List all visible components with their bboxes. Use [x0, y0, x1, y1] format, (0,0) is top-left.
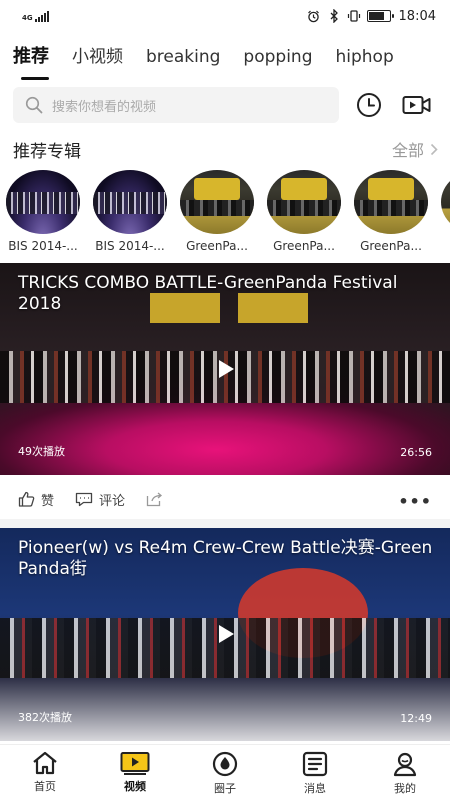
- album-list: BIS 2014-... BIS 2014-... GreenPa... Gre…: [0, 170, 450, 260]
- bluetooth-icon: [327, 9, 341, 23]
- thumbs-up-icon: [18, 491, 35, 507]
- tab-hiphop[interactable]: hiphop: [335, 40, 393, 80]
- tab-short-video[interactable]: 小视频: [72, 40, 123, 80]
- album-item[interactable]: GreenPa...: [354, 170, 428, 260]
- album-label: GreenPa...: [273, 239, 335, 253]
- album-item[interactable]: BIS 2014-...: [93, 170, 167, 260]
- play-icon[interactable]: [219, 360, 234, 378]
- tab-recommend[interactable]: 推荐: [13, 40, 49, 80]
- see-all-label: 全部: [391, 141, 424, 160]
- video-card[interactable]: Pioneer(w) vs Re4m Crew-Crew Battle决赛-Gr…: [0, 528, 450, 741]
- circle-icon: [212, 751, 238, 777]
- video-card[interactable]: TRICKS COMBO BATTLE-GreenPanda Festival …: [0, 263, 450, 475]
- video-title: Pioneer(w) vs Re4m Crew-Crew Battle决赛-Gr…: [18, 538, 433, 579]
- nav-profile[interactable]: 我的: [360, 745, 450, 800]
- message-icon: [302, 751, 328, 777]
- comment-label: 评论: [99, 493, 126, 509]
- status-bar: 4G 18:04: [0, 0, 450, 32]
- chevron-right-icon: [430, 143, 438, 155]
- video-duration: 12:49: [400, 712, 432, 725]
- video-duration: 26:56: [400, 446, 432, 459]
- album-item-partial[interactable]: [441, 170, 450, 260]
- album-thumbnail: [93, 170, 167, 234]
- search-placeholder: 搜索你想看的视频: [52, 99, 157, 115]
- signal-bars-icon: [34, 10, 49, 22]
- nav-label: 视频: [124, 780, 146, 793]
- nav-label: 首页: [34, 780, 56, 793]
- signal-indicator: 4G: [22, 10, 49, 22]
- play-count: 382次播放: [18, 711, 72, 724]
- album-label: BIS 2014-...: [95, 239, 165, 253]
- network-type: 4G: [22, 13, 33, 22]
- play-icon[interactable]: [219, 625, 234, 643]
- battery-icon: [366, 10, 394, 22]
- album-item[interactable]: BIS 2014-...: [6, 170, 80, 260]
- video-camera-icon: [402, 96, 431, 114]
- search-input[interactable]: 搜索你想看的视频: [13, 87, 339, 123]
- album-thumbnail: [354, 170, 428, 234]
- albums-header: 推荐专辑 全部: [13, 136, 438, 162]
- category-tabs: 推荐 小视频 breaking popping hiphop: [0, 40, 450, 80]
- like-label: 赞: [41, 493, 55, 509]
- nav-label: 消息: [304, 782, 326, 795]
- vibrate-icon: [347, 9, 361, 23]
- see-all-link[interactable]: 全部: [392, 137, 438, 161]
- comment-icon: [75, 492, 93, 506]
- video-actions: 赞 评论 •••: [0, 482, 450, 516]
- home-icon: [33, 751, 57, 775]
- search-row: 搜索你想看的视频: [0, 86, 450, 124]
- album-label: GreenPa...: [360, 239, 422, 253]
- divider: [0, 519, 450, 528]
- like-button[interactable]: 赞: [18, 490, 54, 509]
- search-icon: [25, 96, 43, 114]
- nav-label: 我的: [394, 782, 416, 795]
- album-label: GreenPa...: [186, 239, 248, 253]
- nav-label: 圈子: [214, 782, 236, 795]
- section-title: 推荐专辑: [13, 141, 81, 162]
- album-thumbnail: [6, 170, 80, 234]
- nav-circle[interactable]: 圈子: [180, 745, 270, 800]
- tab-popping[interactable]: popping: [243, 40, 312, 80]
- nav-video[interactable]: 视频: [90, 745, 180, 800]
- more-options-button[interactable]: •••: [398, 492, 432, 511]
- clock-icon: [357, 93, 381, 117]
- album-thumbnail: [441, 170, 450, 234]
- nav-home[interactable]: 首页: [0, 745, 90, 800]
- profile-icon: [393, 752, 417, 777]
- bottom-nav: 首页 视频 圈子 消息 我的: [0, 744, 450, 800]
- album-item[interactable]: GreenPa...: [180, 170, 254, 260]
- share-button[interactable]: [146, 492, 163, 507]
- album-label: BIS 2014-...: [8, 239, 78, 253]
- video-title: TRICKS COMBO BATTLE-GreenPanda Festival …: [18, 273, 398, 314]
- record-video-button[interactable]: [401, 89, 433, 121]
- album-thumbnail: [267, 170, 341, 234]
- tab-breaking[interactable]: breaking: [146, 40, 220, 80]
- play-count: 49次播放: [18, 445, 65, 458]
- nav-messages[interactable]: 消息: [270, 745, 360, 800]
- album-item[interactable]: GreenPa...: [267, 170, 341, 260]
- comment-button[interactable]: 评论: [75, 490, 125, 509]
- share-icon: [146, 492, 163, 506]
- history-button[interactable]: [353, 89, 385, 121]
- album-thumbnail: [180, 170, 254, 234]
- video-icon: [120, 752, 150, 775]
- clock: 18:04: [398, 8, 436, 24]
- alarm-icon: [307, 9, 321, 23]
